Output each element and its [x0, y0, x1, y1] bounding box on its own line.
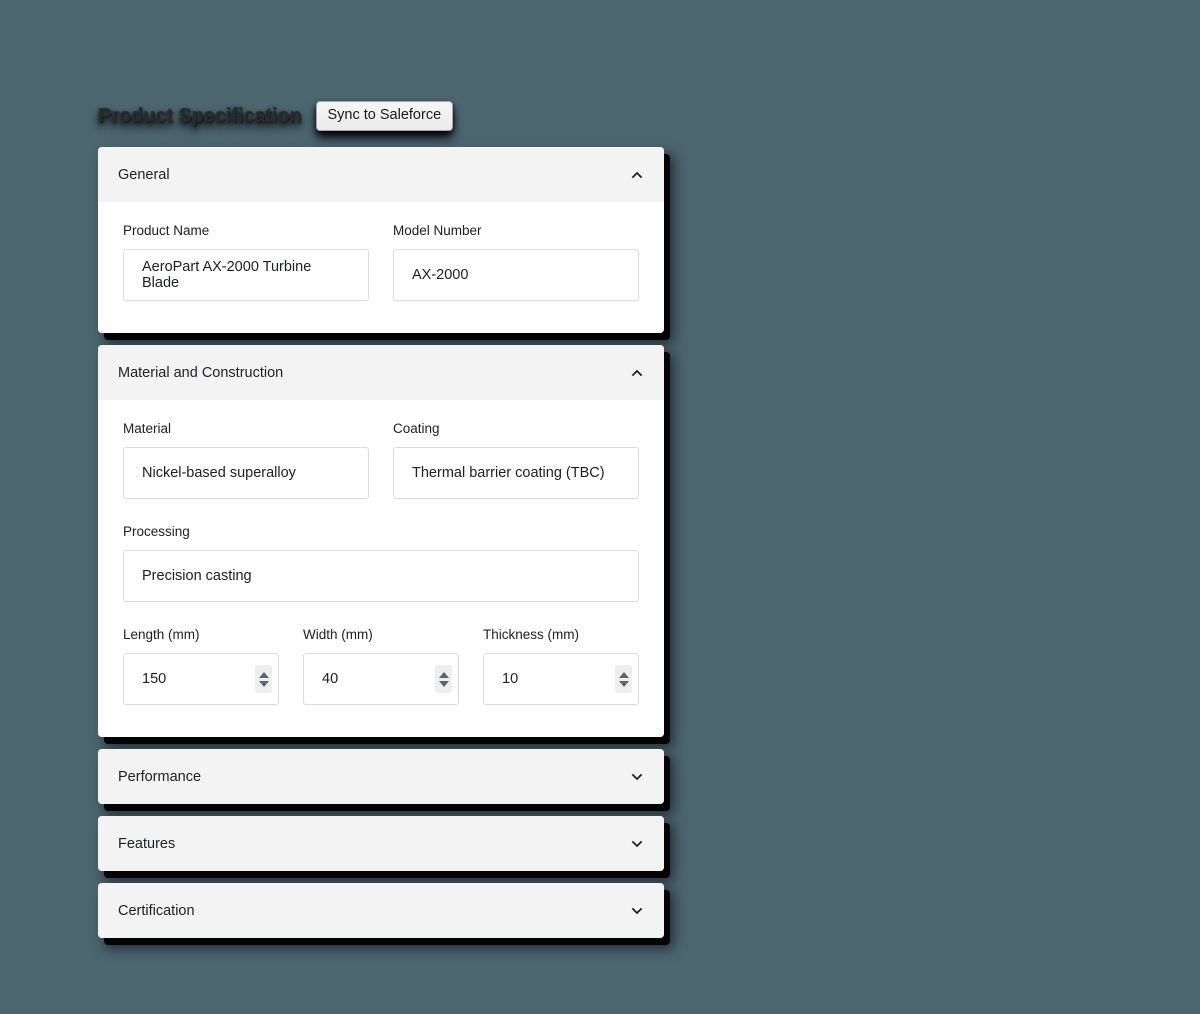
section-card-features: Features [98, 816, 664, 871]
field-row: Processing Precision casting [123, 523, 639, 602]
input-coating[interactable]: Thermal barrier coating (TBC) [393, 447, 639, 499]
section-body-general: Product Name AeroPart AX-2000 Turbine Bl… [98, 202, 664, 333]
spinner-up-arrow-icon[interactable] [438, 671, 449, 678]
field-thickness: Thickness (mm) 10 [483, 626, 639, 705]
section-header-certification[interactable]: Certification [98, 883, 664, 938]
section-body-material-and-construction: Material Nickel-based superalloy Coating… [98, 400, 664, 737]
field-label-model-number: Model Number [393, 223, 482, 238]
field-label-processing: Processing [123, 524, 190, 539]
section-header-performance[interactable]: Performance [98, 749, 664, 804]
length-stepper[interactable] [255, 665, 272, 693]
chevron-up-icon[interactable] [630, 168, 644, 182]
input-processing[interactable]: Precision casting [123, 550, 639, 602]
chevron-down-icon[interactable] [630, 837, 644, 851]
section-card-material-and-construction: Material and Construction Material Nicke… [98, 345, 664, 737]
field-model-number: Model Number AX-2000 [393, 222, 639, 301]
section-title-certification: Certification [118, 902, 195, 919]
field-label-width: Width (mm) [303, 627, 373, 642]
field-row: Material Nickel-based superalloy Coating… [123, 420, 639, 499]
input-thickness-value: 10 [502, 671, 519, 687]
field-label-thickness: Thickness (mm) [483, 627, 580, 642]
field-row: Product Name AeroPart AX-2000 Turbine Bl… [123, 222, 639, 301]
spinner-down-arrow-icon[interactable] [258, 680, 269, 687]
section-title-performance: Performance [118, 768, 202, 785]
input-material[interactable]: Nickel-based superalloy [123, 447, 369, 499]
page-title: Product Specification [98, 105, 302, 127]
chevron-down-icon[interactable] [630, 770, 644, 784]
chevron-down-icon[interactable] [630, 904, 644, 918]
section-title-general: General [118, 166, 170, 183]
spinner-down-arrow-icon[interactable] [438, 680, 449, 687]
section-title-features: Features [118, 835, 176, 852]
input-model-number[interactable]: AX-2000 [393, 249, 639, 301]
field-processing: Processing Precision casting [123, 523, 639, 602]
field-label-length: Length (mm) [123, 627, 200, 642]
chevron-up-icon[interactable] [630, 366, 644, 380]
width-stepper[interactable] [435, 665, 452, 693]
field-product-name: Product Name AeroPart AX-2000 Turbine Bl… [123, 222, 369, 301]
field-label-coating: Coating [393, 421, 440, 436]
app-root: Product Specification Sync to Saleforce … [0, 0, 1200, 1014]
spinner-down-arrow-icon[interactable] [618, 680, 629, 687]
input-length-value: 150 [142, 671, 167, 687]
field-width: Width (mm) 40 [303, 626, 459, 705]
specification-sections: General Product Name AeroPart AX-2000 Tu… [98, 147, 664, 938]
field-label-product-name: Product Name [123, 223, 210, 238]
field-coating: Coating Thermal barrier coating (TBC) [393, 420, 639, 499]
input-width[interactable]: 40 [303, 653, 459, 705]
section-header-general[interactable]: General [98, 147, 664, 202]
input-width-value: 40 [322, 671, 339, 687]
field-material: Material Nickel-based superalloy [123, 420, 369, 499]
sync-to-salesforce-button[interactable]: Sync to Saleforce [315, 101, 454, 131]
field-length: Length (mm) 150 [123, 626, 279, 705]
spinner-up-arrow-icon[interactable] [618, 671, 629, 678]
spinner-up-arrow-icon[interactable] [258, 671, 269, 678]
section-card-general: General Product Name AeroPart AX-2000 Tu… [98, 147, 664, 333]
section-card-certification: Certification [98, 883, 664, 938]
thickness-stepper[interactable] [615, 665, 632, 693]
section-header-features[interactable]: Features [98, 816, 664, 871]
input-length[interactable]: 150 [123, 653, 279, 705]
section-card-performance: Performance [98, 749, 664, 804]
page-header: Product Specification Sync to Saleforce [98, 96, 678, 136]
input-thickness[interactable]: 10 [483, 653, 639, 705]
field-row: Length (mm) 150 Width (mm) 40 Thickness … [123, 626, 639, 705]
input-product-name[interactable]: AeroPart AX-2000 Turbine Blade [123, 249, 369, 301]
field-label-material: Material [123, 421, 172, 436]
section-title-material-and-construction: Material and Construction [118, 364, 284, 381]
section-header-material-and-construction[interactable]: Material and Construction [98, 345, 664, 400]
